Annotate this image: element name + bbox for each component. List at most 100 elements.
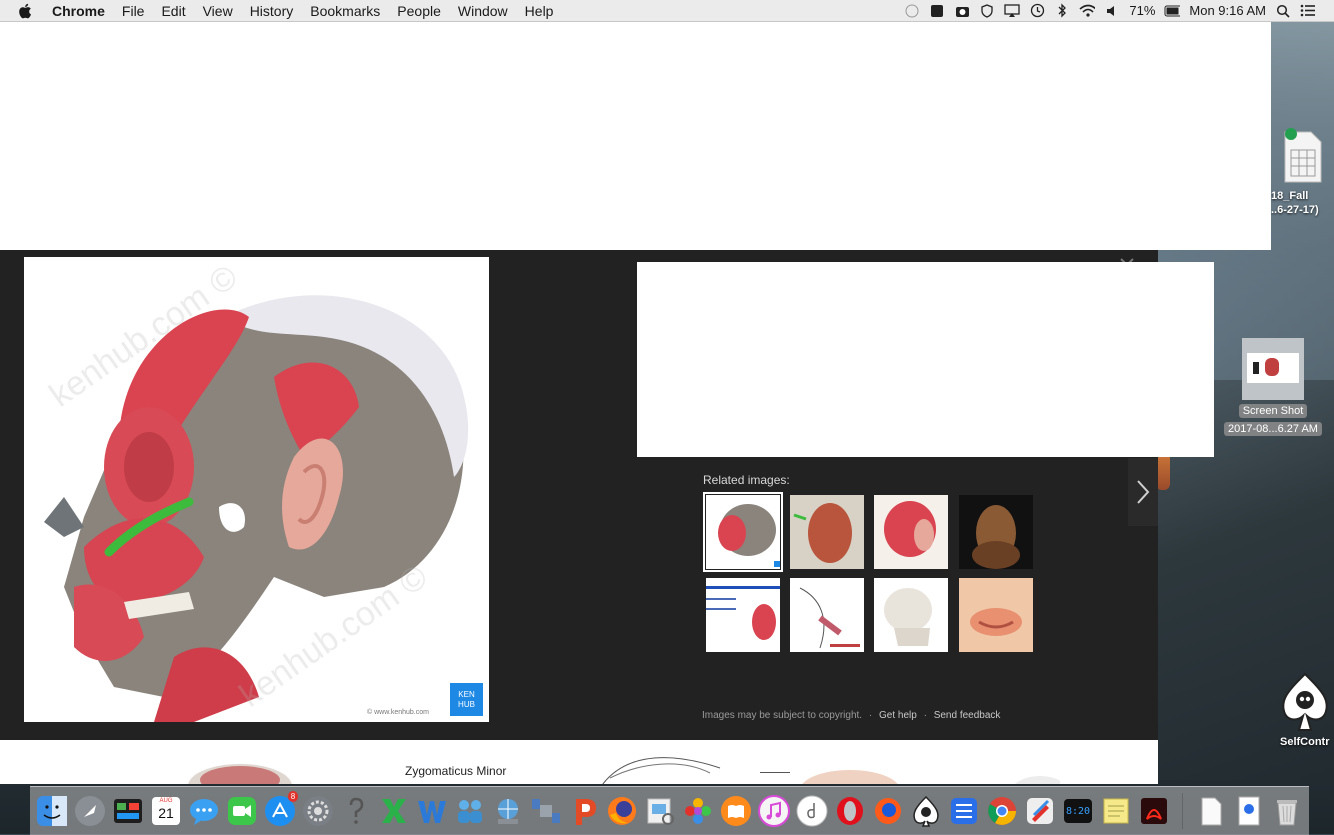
preview-icon: [647, 798, 674, 825]
apple-menu-icon[interactable]: [18, 3, 34, 19]
menubar-clock[interactable]: Mon 9:16 AM: [1189, 3, 1266, 18]
related-thumb-8[interactable]: [959, 578, 1033, 652]
send-feedback-link[interactable]: Send feedback: [934, 710, 1001, 721]
dock-documents-stack[interactable]: [1193, 793, 1229, 829]
menu-help[interactable]: Help: [525, 3, 554, 19]
dock-preview[interactable]: [642, 793, 678, 829]
dock-trash[interactable]: [1269, 793, 1305, 829]
dock-selfcontrol[interactable]: [908, 793, 944, 829]
related-thumb-5[interactable]: [706, 578, 780, 652]
dictionary-status-icon[interactable]: [904, 3, 920, 19]
main-preview-image[interactable]: kenhub.com © kenhub.com © KEN HUB © www.…: [24, 257, 489, 722]
footer-separator-1: ·: [868, 710, 873, 721]
messages-icon: [190, 799, 218, 825]
head-muscle-illustration: [44, 295, 469, 722]
related-thumb-6[interactable]: [790, 578, 864, 652]
camera-status-icon[interactable]: [954, 3, 970, 19]
dock-powerpoint[interactable]: [566, 793, 602, 829]
related-thumb-3[interactable]: [874, 495, 948, 569]
menu-history[interactable]: History: [250, 3, 294, 19]
satellite-icon: [532, 799, 560, 823]
dock-notes-list[interactable]: [946, 793, 982, 829]
globe-network-icon: [498, 799, 518, 824]
selfcontrol-skull-icon: [1282, 672, 1328, 731]
dock-facetime[interactable]: [224, 793, 260, 829]
dock-ibooks[interactable]: [718, 793, 754, 829]
trash-icon: [1277, 800, 1297, 826]
menu-edit[interactable]: Edit: [161, 3, 185, 19]
menu-window[interactable]: Window: [458, 3, 508, 19]
next-image-button[interactable]: [1128, 458, 1158, 526]
result-thumb-sketch[interactable]: [600, 748, 730, 784]
powerpoint-icon: [576, 799, 596, 825]
dock-help[interactable]: [338, 793, 374, 829]
kenhub-badge-top: KEN: [458, 689, 475, 699]
spotlight-search-icon[interactable]: [1275, 3, 1291, 19]
dock-opera[interactable]: [832, 793, 868, 829]
dock-downloads-stack[interactable]: [1231, 793, 1267, 829]
dock-satellite[interactable]: [528, 793, 564, 829]
dock-dictionary[interactable]: [794, 793, 830, 829]
result-thumb-diagram[interactable]: [760, 754, 1060, 784]
dock-calendar[interactable]: AUG 21: [148, 793, 184, 829]
dock-network[interactable]: [490, 793, 526, 829]
dock-launchpad[interactable]: [72, 793, 108, 829]
wifi-status-icon[interactable]: [1079, 3, 1096, 19]
clock-app-display: 8:20: [1065, 805, 1091, 817]
result-caption[interactable]: Zygomaticus Minor: [405, 764, 506, 778]
screenshot-thumbnail-icon: [1242, 338, 1304, 400]
dock-firefox[interactable]: [604, 793, 640, 829]
dock-pencil-app[interactable]: [1022, 793, 1058, 829]
menu-bookmarks[interactable]: Bookmarks: [310, 3, 380, 19]
airplay-status-icon[interactable]: [1004, 3, 1021, 19]
dock-teams[interactable]: [452, 793, 488, 829]
notification-center-icon[interactable]: [1300, 3, 1316, 19]
dock-system-preferences[interactable]: [300, 793, 336, 829]
related-thumb-1[interactable]: [703, 492, 783, 572]
dock-excel[interactable]: [376, 793, 412, 829]
gear-icon: [303, 796, 333, 826]
dock-dashboard[interactable]: [110, 793, 146, 829]
menu-bar: Chrome File Edit View History Bookmarks …: [0, 0, 1334, 22]
bluetooth-status-icon[interactable]: [1054, 3, 1070, 19]
battery-icon[interactable]: [1164, 3, 1181, 19]
thumb-head-muscles-icon: [718, 504, 780, 567]
desktop-selfcontrol-app[interactable]: SelfContr: [1276, 670, 1334, 749]
desktop-screenshot-file[interactable]: Screen Shot 2017-08...6.27 AM: [1216, 338, 1330, 437]
screenshot-label-line1: Screen Shot: [1238, 404, 1308, 418]
dock-firefox-alt[interactable]: [870, 793, 906, 829]
shield-status-icon[interactable]: [979, 3, 995, 19]
time-machine-status-icon[interactable]: [1029, 3, 1045, 19]
dock-stickies[interactable]: [1098, 793, 1134, 829]
get-help-link[interactable]: Get help: [879, 710, 917, 721]
menu-app-name[interactable]: Chrome: [52, 3, 105, 19]
dock-app-store[interactable]: 8: [262, 791, 298, 829]
related-thumb-2[interactable]: [790, 495, 864, 569]
dock-messages[interactable]: [186, 793, 222, 829]
dock-photos[interactable]: [680, 793, 716, 829]
dock-separator: [1182, 793, 1183, 829]
evernote-status-icon[interactable]: [929, 3, 945, 19]
menu-people[interactable]: People: [397, 3, 441, 19]
menu-view[interactable]: View: [203, 3, 233, 19]
dock-itunes[interactable]: [756, 793, 792, 829]
related-thumb-7[interactable]: [874, 578, 948, 652]
dock-acrobat[interactable]: [1136, 793, 1172, 829]
thumb-mouth-muscles-icon: [970, 608, 1022, 636]
dock-word[interactable]: [414, 793, 450, 829]
kenhub-badge-bottom: HUB: [458, 699, 475, 709]
menu-file[interactable]: File: [122, 3, 145, 19]
dock-clock-app[interactable]: 8:20: [1060, 793, 1096, 829]
excel-icon: [382, 799, 406, 823]
viewer-footer: Images may be subject to copyright. · Ge…: [702, 710, 1000, 721]
result-thumb-head-top[interactable]: [180, 750, 300, 784]
related-thumb-4[interactable]: [959, 495, 1033, 569]
facetime-icon: [228, 797, 256, 825]
dock-chrome[interactable]: [984, 793, 1020, 829]
thumb-face-muscles-icon: [793, 503, 852, 563]
dock-finder[interactable]: [34, 793, 70, 829]
chrome-icon: [988, 797, 1016, 825]
thumb-sketch-icon: [799, 587, 860, 649]
acrobat-icon: [1141, 798, 1167, 824]
volume-status-icon[interactable]: [1104, 3, 1120, 19]
